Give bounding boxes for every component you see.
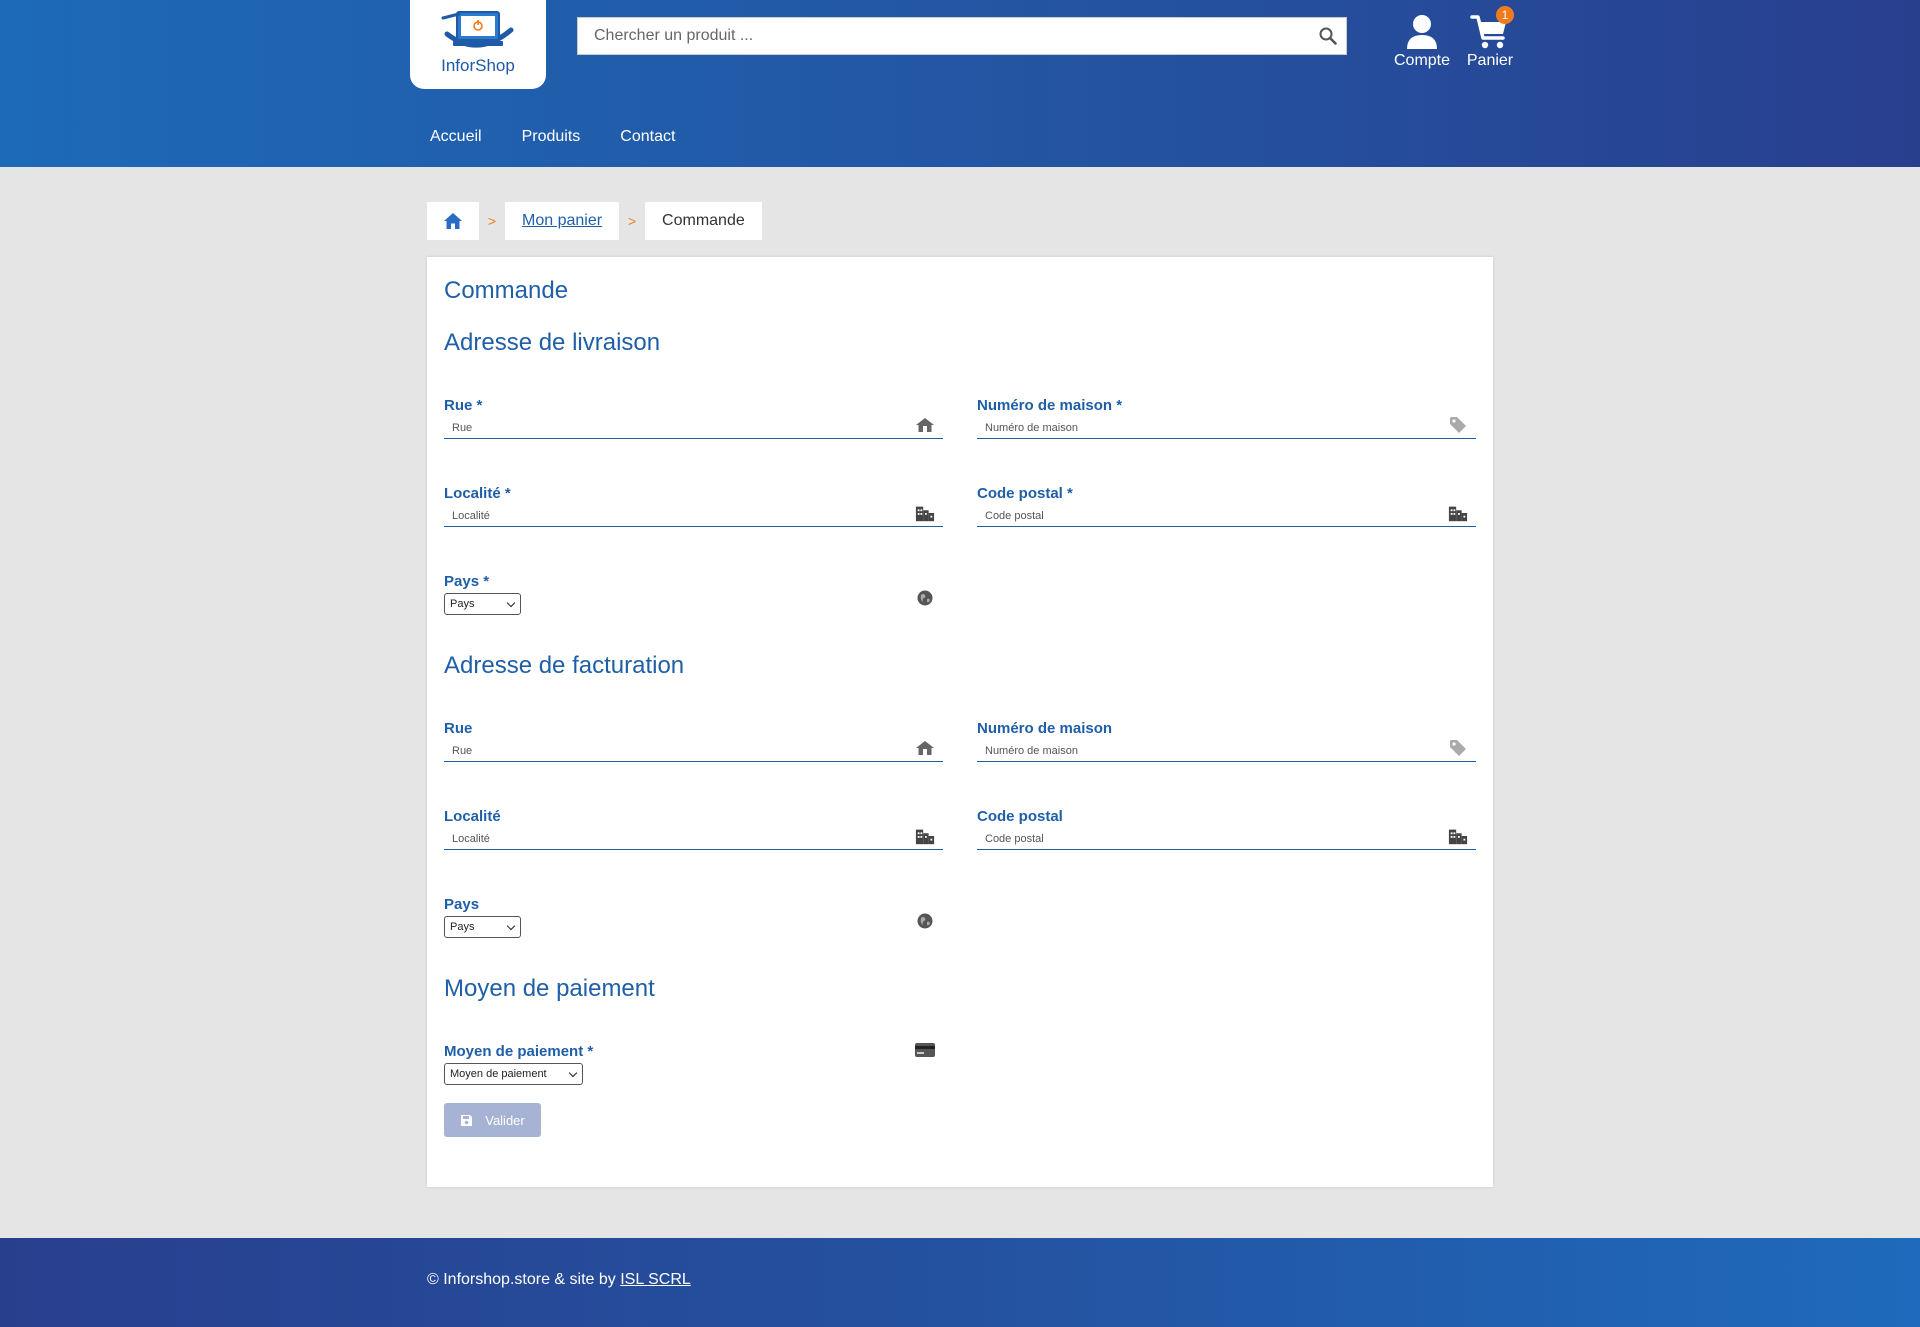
delivery-zip-label: Code postal * [977, 485, 1073, 502]
search-icon [1319, 27, 1337, 45]
billing-heading: Adresse de facturation [444, 652, 685, 679]
billing-country-select[interactable]: Pays [444, 916, 521, 938]
delivery-zip-input[interactable] [977, 505, 1476, 527]
delivery-country-select[interactable]: Pays [444, 593, 521, 615]
delivery-house-label: Numéro de maison * [977, 397, 1123, 414]
globe-icon [915, 912, 935, 930]
billing-city-field: Localité [444, 808, 943, 850]
delivery-house-field: Numéro de maison * [977, 397, 1476, 439]
delivery-country-label: Pays * [444, 573, 490, 590]
nav-accueil[interactable]: Accueil [410, 120, 502, 154]
billing-country-label: Pays [444, 896, 480, 913]
main-nav: Accueil Produits Contact [410, 120, 695, 154]
account-button[interactable]: Compte [1392, 14, 1452, 70]
delivery-heading: Adresse de livraison [444, 329, 661, 356]
search-button[interactable] [1310, 18, 1346, 54]
billing-house-field: Numéro de maison [977, 720, 1476, 762]
payment-method-label: Moyen de paiement * [444, 1043, 594, 1060]
breadcrumb-home[interactable] [427, 202, 479, 240]
breadcrumb-current: Commande [645, 202, 762, 240]
payment-method-select[interactable]: Moyen de paiement [444, 1063, 583, 1085]
city-icon [1448, 504, 1468, 522]
billing-house-label: Numéro de maison [977, 720, 1113, 737]
delivery-city-label: Localité * [444, 485, 511, 502]
cart-button[interactable]: 1 Panier [1462, 6, 1518, 70]
delivery-zip-field: Code postal * [977, 485, 1476, 527]
home-icon [915, 416, 935, 434]
home-icon [915, 739, 935, 757]
footer-link[interactable]: ISL SCRL [620, 1271, 691, 1288]
site-footer: © Inforshop.store & site by ISL SCRL [0, 1238, 1920, 1327]
billing-street-label: Rue [444, 720, 473, 737]
delivery-street-label: Rue * [444, 397, 483, 414]
submit-button[interactable]: Valider [444, 1103, 541, 1137]
billing-zip-field: Code postal [977, 808, 1476, 850]
city-icon [1448, 827, 1468, 845]
billing-city-label: Localité [444, 808, 501, 825]
delivery-house-input[interactable] [977, 417, 1476, 439]
city-icon [915, 504, 935, 522]
tag-icon [1448, 739, 1468, 757]
billing-street-input[interactable] [444, 740, 943, 762]
save-icon [461, 1114, 473, 1126]
breadcrumb-separator: > [627, 213, 637, 229]
billing-country-field: Pays Pays [444, 896, 943, 938]
delivery-country-field: Pays * Pays [444, 573, 943, 615]
breadcrumb-separator: > [487, 213, 497, 229]
breadcrumb-cart: Mon panier [505, 202, 620, 240]
delivery-city-input[interactable] [444, 505, 943, 527]
nav-produits[interactable]: Produits [502, 120, 601, 154]
billing-street-field: Rue [444, 720, 943, 762]
order-form-card: Commande Adresse de livraison Rue * Numé… [427, 257, 1493, 1187]
submit-label: Valider [485, 1112, 525, 1128]
copyright-text: © Inforshop.store & site by [427, 1271, 616, 1288]
logo[interactable]: InforShop [410, 0, 546, 89]
payment-method-field: Moyen de paiement * Moyen de paiement [444, 1043, 943, 1085]
billing-zip-input[interactable] [977, 828, 1476, 850]
page-title: Commande [444, 277, 569, 304]
search-input[interactable] [578, 18, 1310, 54]
billing-house-input[interactable] [977, 740, 1476, 762]
footer-text: © Inforshop.store & site by ISL SCRL [427, 1271, 691, 1289]
logo-text: InforShop [441, 56, 515, 75]
cart-label: Panier [1466, 52, 1514, 69]
account-label: Compte [1393, 52, 1451, 69]
nav-contact[interactable]: Contact [600, 120, 695, 154]
breadcrumb-cart-link[interactable]: Mon panier [522, 212, 602, 230]
computer-logo-icon [441, 11, 514, 48]
delivery-street-field: Rue * [444, 397, 943, 439]
credit-card-icon [915, 1041, 935, 1059]
tag-icon [1448, 416, 1468, 434]
delivery-street-input[interactable] [444, 417, 943, 439]
billing-zip-label: Code postal [977, 808, 1063, 825]
payment-heading: Moyen de paiement [444, 975, 655, 1002]
user-icon [1407, 15, 1437, 49]
billing-city-input[interactable] [444, 828, 943, 850]
home-icon [444, 213, 462, 229]
delivery-city-field: Localité * [444, 485, 943, 527]
search-bar [577, 17, 1347, 55]
breadcrumb: > Mon panier > Commande [427, 202, 762, 240]
city-icon [915, 827, 935, 845]
cart-count-badge: 1 [1496, 6, 1514, 24]
site-header: InforShop Compte 1 Panier Accueil Produi… [0, 0, 1920, 167]
globe-icon [915, 589, 935, 607]
